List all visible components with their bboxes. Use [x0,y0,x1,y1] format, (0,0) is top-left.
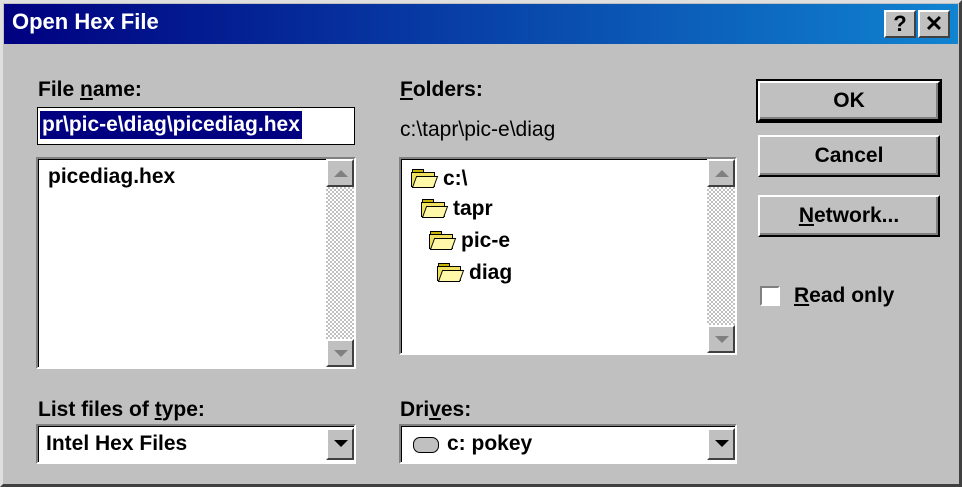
folder-item-label: pic-e [461,229,511,252]
folder-item-label: diag [469,261,513,284]
drives-dropdown-button[interactable] [707,428,735,460]
close-button[interactable]: ✕ [918,10,950,38]
current-folder-path: c:\tapr\pic-e\diag [400,118,556,141]
arrow-down-icon [334,350,348,357]
file-type-dropdown-button[interactable] [326,428,354,460]
drives-label: Drives: [400,398,472,421]
network-button[interactable]: Network... [758,195,940,237]
file-name-field[interactable]: pr\pic-e\diag\picediag.hex [37,107,355,145]
scroll-up-button[interactable] [326,159,354,187]
file-type-label: List files of type: [38,398,205,421]
file-name-label: File name: [38,78,142,101]
arrow-down-icon [715,336,729,343]
folder-open-icon [421,199,449,218]
chevron-down-icon [715,440,729,447]
file-list-scrollbar[interactable] [326,159,354,367]
file-name-input-value: pr\pic-e\diag\picediag.hex [40,111,302,139]
drives-value: c: pokey [447,432,533,455]
scroll-down-button[interactable] [326,339,354,367]
folders-label: Folders: [400,78,483,101]
folder-open-icon [437,263,465,282]
folder-tree-scrollbar[interactable] [707,159,735,353]
dialog-title: Open Hex File [12,9,159,34]
chevron-down-icon [334,440,348,447]
folder-item-label: c:\ [443,167,468,190]
help-button[interactable]: ? [884,10,916,38]
folder-tree[interactable]: c:\ tapr pic-e diag [399,157,737,355]
hard-drive-icon [413,437,439,453]
file-type-dropdown[interactable]: Intel Hex Files [36,424,356,464]
drives-dropdown[interactable]: c: pokey [399,424,737,464]
file-list[interactable]: picediag.hex [36,157,356,369]
scroll-up-button[interactable] [707,159,735,187]
scroll-down-button[interactable] [707,325,735,353]
file-type-value: Intel Hex Files [46,432,188,455]
file-list-item[interactable]: picediag.hex [48,165,175,189]
cancel-button[interactable]: Cancel [758,135,940,177]
read-only-checkbox[interactable] [760,286,780,306]
folder-item-label: tapr [453,197,493,220]
read-only-label[interactable]: Read only [794,284,894,308]
arrow-up-icon [334,170,348,177]
folder-open-icon [429,231,457,250]
folder-open-icon [411,169,439,188]
arrow-up-icon [715,170,729,177]
ok-button[interactable]: OK [756,79,942,123]
